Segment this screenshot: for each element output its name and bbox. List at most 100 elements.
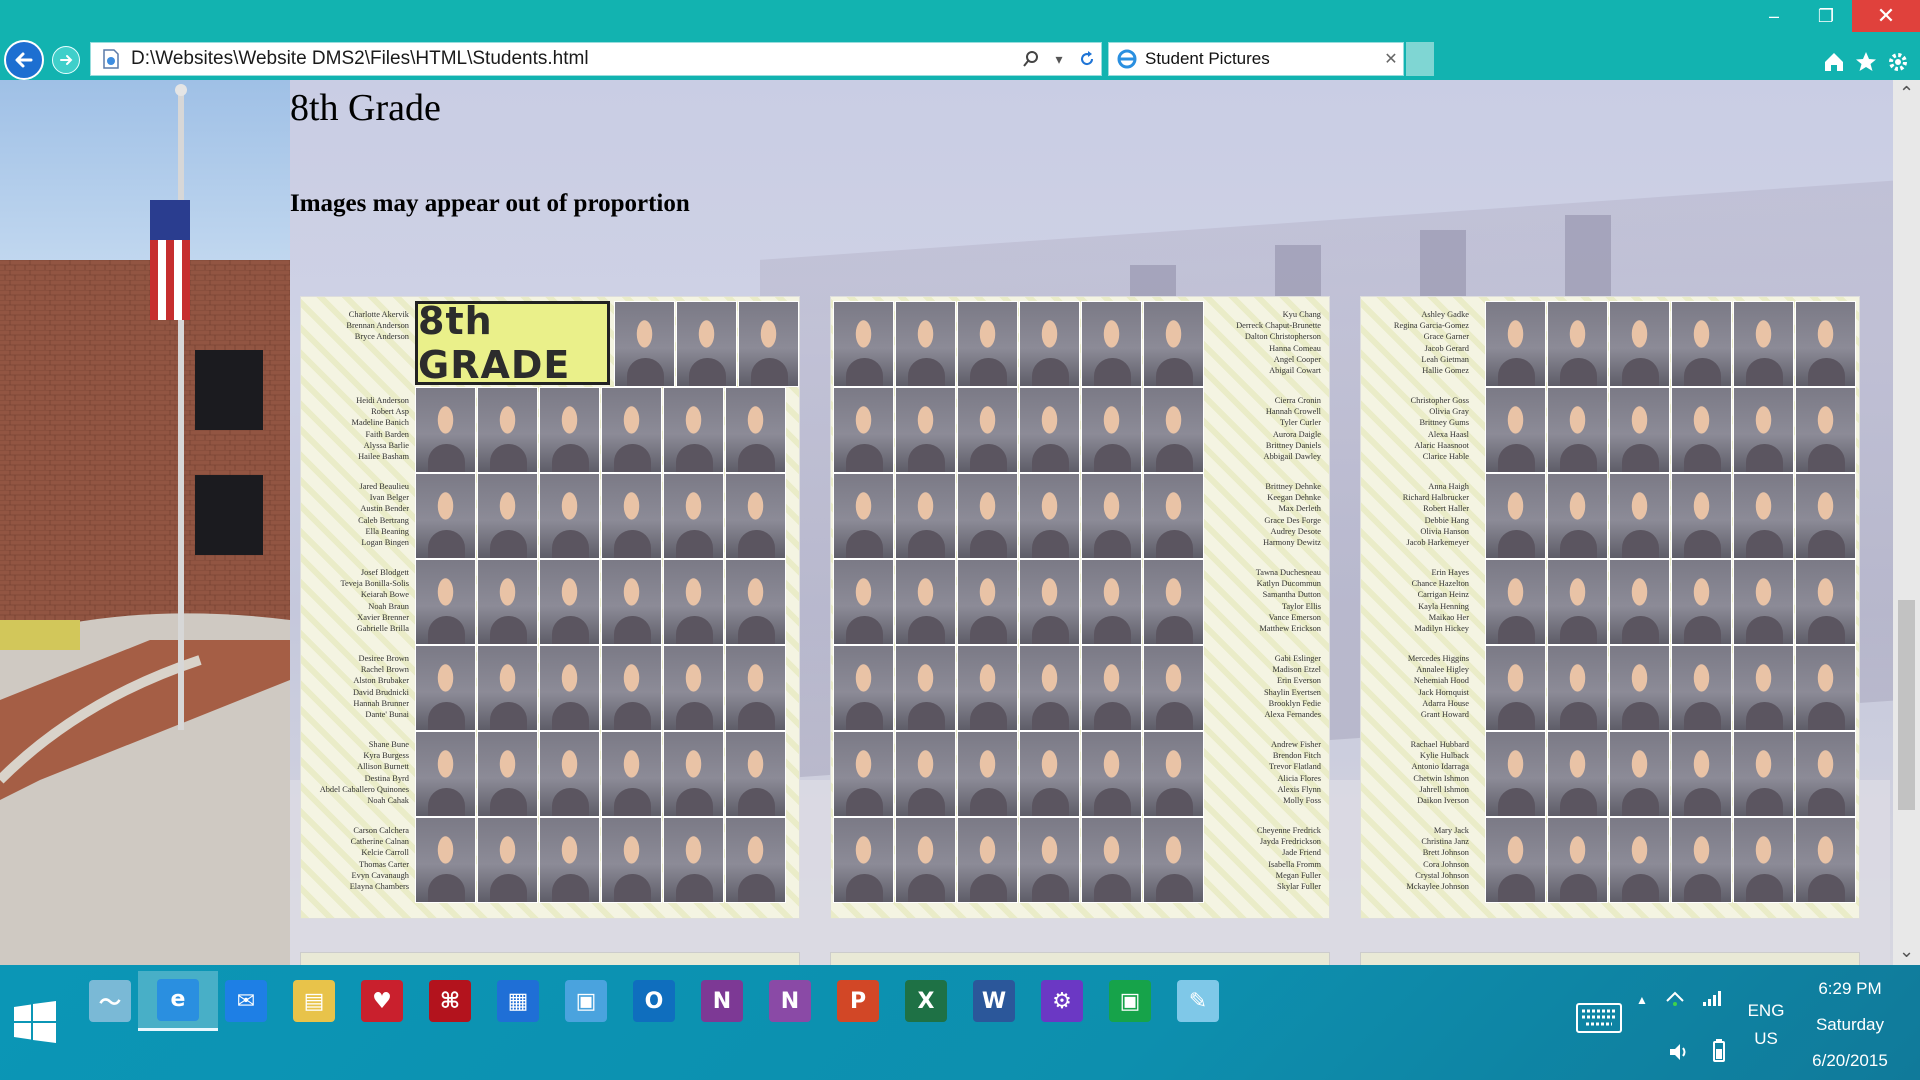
region-indicator[interactable]: US bbox=[1746, 1029, 1786, 1049]
student-name-block: Rachael Hubbard Kylie Hulback Antonio Idar… bbox=[1361, 739, 1473, 806]
student-photo bbox=[415, 731, 476, 817]
student-photo bbox=[663, 645, 724, 731]
student-photo bbox=[663, 559, 724, 645]
student-name: Tawna Duchesneau bbox=[1255, 568, 1321, 577]
taskbar-app-notepad[interactable]: ✎ bbox=[1158, 971, 1238, 1031]
url-text[interactable]: D:\Websites\Website DMS2\Files\HTML\Stud… bbox=[125, 48, 1017, 70]
student-name-block: Ashley Gadke Regina Garcia-Gomez Grace Gar… bbox=[1361, 309, 1473, 376]
yearbook-page-3[interactable]: Ashley Gadke Regina Garcia-Gomez Grace Gar… bbox=[1360, 296, 1860, 919]
student-photo bbox=[1019, 731, 1080, 817]
student-name: Mercedes Higgins bbox=[1407, 654, 1469, 663]
student-name: Hannah Crowell bbox=[1265, 407, 1321, 417]
scroll-up-button[interactable]: ⌃ bbox=[1893, 80, 1920, 107]
student-name: Carrigan Heinz bbox=[1417, 590, 1469, 600]
student-photo bbox=[539, 559, 600, 645]
student-photo bbox=[1609, 387, 1670, 473]
tab-student-pictures[interactable]: Student Pictures ✕ bbox=[1108, 42, 1404, 76]
page-icon bbox=[97, 45, 125, 73]
student-name: Evyn Cavanaugh bbox=[351, 870, 409, 880]
student-photo bbox=[895, 473, 956, 559]
student-photo bbox=[1081, 301, 1142, 387]
student-name-block: Josef Blodgett Teveja Bonilla-Solis Keiara… bbox=[301, 567, 413, 634]
student-name: Mckaylee Johnson bbox=[1406, 882, 1469, 892]
student-name: Tyler Curler bbox=[1279, 418, 1321, 428]
student-name: Jahrell Ishmon bbox=[1419, 784, 1469, 794]
student-name: Caleb Bertrang bbox=[358, 515, 409, 525]
student-name-block: Jared Beaulieu Ivan Belger Austin Bender Ca… bbox=[301, 481, 413, 548]
vertical-scrollbar[interactable]: ⌃ ⌄ bbox=[1893, 80, 1920, 965]
start-button[interactable] bbox=[10, 997, 60, 1047]
student-photo bbox=[1609, 817, 1670, 903]
page-viewport[interactable]: 8th Grade Images may appear out of propo… bbox=[0, 80, 1893, 965]
onenote-clipper-icon: N bbox=[769, 980, 811, 1022]
student-name: Grace Des Forge bbox=[1264, 515, 1321, 525]
student-name-block: Kyu Chang Derreck Chaput-Brunette Dalton C… bbox=[1213, 309, 1325, 376]
scroll-down-button[interactable]: ⌄ bbox=[1893, 938, 1920, 965]
student-name: Abbigail Dawley bbox=[1263, 452, 1321, 462]
student-photo bbox=[539, 817, 600, 903]
student-photo bbox=[415, 645, 476, 731]
language-indicator[interactable]: ENG bbox=[1746, 1001, 1786, 1021]
student-name: Hannah Brunner bbox=[353, 698, 409, 708]
student-photo bbox=[1671, 731, 1732, 817]
home-icon[interactable] bbox=[1820, 48, 1848, 76]
student-photo bbox=[1795, 559, 1856, 645]
gear-icon[interactable] bbox=[1884, 48, 1912, 76]
notepad-icon: ✎ bbox=[1177, 980, 1219, 1022]
yearbook-page-1[interactable]: 8th GRADE Charlotte Akervik Brennan Ander… bbox=[300, 296, 800, 919]
student-photo bbox=[895, 645, 956, 731]
student-photo bbox=[1143, 817, 1204, 903]
star-icon[interactable] bbox=[1852, 48, 1880, 76]
scroll-thumb[interactable] bbox=[1898, 600, 1915, 810]
student-photo bbox=[1733, 817, 1794, 903]
student-name: Charlotte Akervik bbox=[348, 310, 409, 319]
student-name: Richard Halbrucker bbox=[1402, 493, 1469, 503]
student-photo bbox=[957, 731, 1018, 817]
forward-button[interactable] bbox=[52, 46, 80, 74]
student-photo bbox=[1081, 473, 1142, 559]
student-photo bbox=[1547, 559, 1608, 645]
volume-icon[interactable] bbox=[1668, 1041, 1690, 1063]
student-photo bbox=[415, 559, 476, 645]
show-hidden-icons-button[interactable]: ▲ bbox=[1636, 993, 1648, 1007]
student-name: Trevor Flatland bbox=[1268, 762, 1321, 772]
clock-day[interactable]: Saturday bbox=[1790, 1015, 1910, 1035]
student-name-block: Cierra Cronin Hannah Crowell Tyler Curler A… bbox=[1213, 395, 1325, 462]
student-photo bbox=[957, 387, 1018, 473]
action-center-icon[interactable] bbox=[1664, 987, 1686, 1009]
student-photo bbox=[833, 473, 894, 559]
student-name: Austin Bender bbox=[360, 504, 409, 514]
battery-icon[interactable] bbox=[1712, 1039, 1726, 1063]
word-icon: W bbox=[973, 980, 1015, 1022]
powerpoint-icon: P bbox=[837, 980, 879, 1022]
student-photo bbox=[1795, 301, 1856, 387]
clock-date[interactable]: 6/20/2015 bbox=[1790, 1051, 1910, 1071]
close-button[interactable]: ✕ bbox=[1852, 0, 1920, 32]
new-tab-button[interactable] bbox=[1406, 42, 1434, 76]
minimize-button[interactable]: – bbox=[1748, 0, 1800, 32]
clock-time[interactable]: 6:29 PM bbox=[1790, 979, 1910, 999]
yearbook-page-6-preview bbox=[1360, 952, 1860, 965]
maximize-button[interactable]: ❐ bbox=[1800, 0, 1852, 32]
student-name: David Brudnicki bbox=[352, 687, 409, 697]
student-photo bbox=[477, 731, 538, 817]
touch-keyboard-icon[interactable] bbox=[1576, 1003, 1622, 1033]
chevron-down-icon[interactable]: ▾ bbox=[1045, 45, 1073, 73]
student-name: Alexa Haasl bbox=[1427, 429, 1469, 439]
student-photo bbox=[539, 645, 600, 731]
student-photo bbox=[1143, 731, 1204, 817]
student-photo bbox=[1795, 645, 1856, 731]
store-icon: ▣ bbox=[1109, 980, 1151, 1022]
refresh-icon[interactable] bbox=[1073, 45, 1101, 73]
network-signal-icon[interactable] bbox=[1702, 989, 1724, 1007]
student-name: Logan Bingen bbox=[361, 538, 409, 548]
tab-close-button[interactable]: ✕ bbox=[1379, 49, 1403, 69]
student-name-block: Gabi Eslinger Madison Etzel Erin Everson Sh… bbox=[1213, 653, 1325, 720]
student-name-block: Cheyenne Fredrick Jayda Fredrickson Jade F… bbox=[1213, 825, 1325, 892]
back-button[interactable] bbox=[4, 40, 44, 80]
search-icon[interactable] bbox=[1017, 45, 1045, 73]
address-bar[interactable]: D:\Websites\Website DMS2\Files\HTML\Stud… bbox=[90, 42, 1102, 76]
messenger-icon: ✉ bbox=[225, 980, 267, 1022]
student-photo bbox=[477, 645, 538, 731]
yearbook-page-2[interactable]: Kyu Chang Derreck Chaput-Brunette Dalton C… bbox=[830, 296, 1330, 919]
